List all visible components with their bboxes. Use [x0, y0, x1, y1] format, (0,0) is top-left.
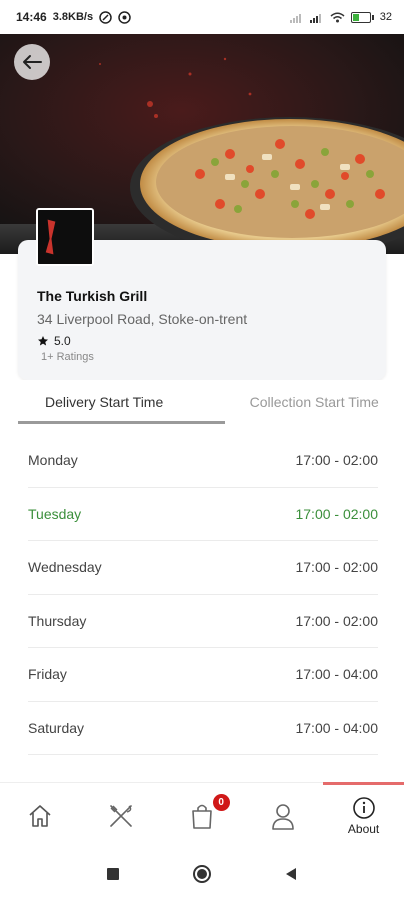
opening-hours-list: Monday 17:00 - 02:00 Tuesday 17:00 - 02:… — [28, 434, 378, 755]
schedule-row-today: Tuesday 17:00 - 02:00 — [28, 488, 378, 541]
wifi-icon — [330, 12, 345, 23]
home-icon — [29, 804, 51, 827]
fork-knife-icon — [110, 804, 132, 827]
nav-account[interactable] — [242, 783, 323, 848]
signal-icon-2 — [309, 12, 324, 23]
schedule-day: Friday — [28, 666, 67, 683]
schedule-row: Saturday 17:00 - 04:00 — [28, 702, 378, 755]
schedule-day: Monday — [28, 452, 78, 469]
schedule-hours: 17:00 - 04:00 — [295, 666, 378, 683]
restaurant-name: The Turkish Grill — [37, 288, 148, 304]
system-navigation-bar — [0, 848, 404, 900]
info-icon — [352, 796, 375, 819]
rating-row: 5.0 — [37, 334, 71, 348]
battery-icon — [350, 11, 374, 23]
data-saver-icon — [118, 10, 131, 24]
recent-apps-icon[interactable] — [106, 867, 120, 881]
at-icon — [99, 10, 112, 24]
user-icon — [271, 803, 294, 830]
schedule-hours: 17:00 - 02:00 — [295, 452, 378, 469]
schedule-row: Wednesday 17:00 - 02:00 — [28, 541, 378, 595]
turkish-grill-logo — [38, 210, 92, 264]
network-speed: 3.8KB/s — [52, 11, 94, 23]
start-time-tabs: Delivery Start Time Collection Start Tim… — [0, 380, 404, 424]
restaurant-address: 34 Liverpool Road, Stoke-on-trent — [37, 311, 248, 327]
schedule-day: Saturday — [28, 719, 85, 736]
nav-about-label: About — [347, 821, 380, 836]
bottom-navigation: 0 About — [0, 782, 404, 848]
schedule-hours: 17:00 - 02:00 — [295, 612, 378, 629]
nav-home[interactable] — [0, 783, 81, 848]
back-triangle-icon[interactable] — [284, 866, 298, 882]
status-right: 32 — [289, 11, 392, 23]
rating-value: 5.0 — [54, 334, 71, 348]
nav-cart[interactable]: 0 — [162, 783, 243, 848]
battery-level: 32 — [379, 11, 392, 23]
status-bar: 14:46 3.8KB/s 32 — [0, 0, 404, 34]
ratings-count: 1+ Ratings — [41, 351, 94, 363]
schedule-row: Monday 17:00 - 02:00 — [28, 434, 378, 488]
schedule-hours: 17:00 - 04:00 — [295, 719, 378, 736]
schedule-day: Thursday — [28, 612, 87, 629]
schedule-day: Tuesday — [28, 505, 82, 522]
status-left: 14:46 3.8KB/s — [16, 10, 131, 24]
nav-menu[interactable] — [81, 783, 162, 848]
schedule-hours: 17:00 - 02:00 — [295, 559, 378, 576]
schedule-day: Wednesday — [28, 559, 102, 576]
schedule-row: Friday 17:00 - 04:00 — [28, 648, 378, 702]
signal-icon — [289, 12, 304, 23]
schedule-row: Thursday 17:00 - 02:00 — [28, 595, 378, 648]
cart-count-badge: 0 — [212, 794, 230, 811]
nav-about[interactable]: About — [323, 782, 404, 848]
arrow-left-icon — [23, 55, 42, 69]
schedule-hours: 17:00 - 02:00 — [295, 505, 378, 522]
cart-bag-icon — [192, 804, 212, 829]
star-icon — [38, 336, 48, 346]
tab-collection-start-time[interactable]: Collection Start Time — [225, 380, 404, 424]
restaurant-logo — [36, 208, 94, 266]
status-time: 14:46 — [16, 10, 47, 24]
home-button-icon[interactable] — [192, 864, 212, 884]
tab-delivery-start-time[interactable]: Delivery Start Time — [0, 380, 225, 424]
back-button[interactable] — [14, 44, 50, 80]
